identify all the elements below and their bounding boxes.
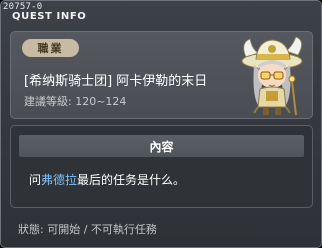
npc-name-highlight[interactable]: 弗德拉 [41,173,77,187]
npc-portrait-icon [241,36,303,116]
description-suffix: 最后的任务是什么。 [77,173,186,187]
recommended-level: 建議等級: 120~124 [24,95,127,108]
quest-summary-panel: 職業 [希纳斯骑士团] 阿卡伊勒的末日 建議等級: 120~124 [10,31,313,119]
description-prefix: 问 [29,173,42,187]
quest-info-window: 20757-0 QUEST INFO 職業 [希纳斯骑士团] 阿卡伊勒的末日 建… [0,0,322,248]
quest-name: [希纳斯骑士团] 阿卡伊勒的末日 [24,74,208,89]
content-header: 內容 [19,135,304,157]
quest-status: 狀態: 可開始 / 不可執行任務 [18,223,157,236]
job-tag: 職業 [22,39,79,57]
quest-description: 问弗德拉最后的任务是什么。 [29,171,185,188]
quest-content-panel: 內容 问弗德拉最后的任务是什么。 [10,125,313,208]
window-title: QUEST INFO [12,11,87,22]
